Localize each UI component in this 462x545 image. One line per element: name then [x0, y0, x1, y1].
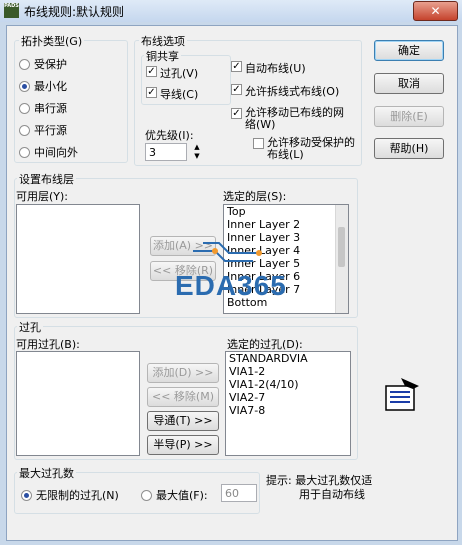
- copper-share-group: 铜共享 ✓ 过孔(V) ✓ 导线(C): [141, 48, 231, 105]
- partial-via-button[interactable]: 半导(P) >>: [147, 435, 219, 455]
- checkbox-label: 允许拆线式布线(O): [245, 85, 340, 98]
- allow-ripup-checkbox[interactable]: ✓ 允许拆线式布线(O): [231, 83, 339, 99]
- unlimited-vias-radio[interactable]: 无限制的过孔(N): [21, 487, 119, 503]
- window-title: 布线规则:默认规则: [24, 5, 125, 19]
- copper-share-trace-checkbox[interactable]: ✓ 导线(C): [146, 86, 198, 102]
- hint-line-2: 用于自动布线: [299, 488, 365, 501]
- radio-icon: [19, 102, 30, 114]
- radio-label: 最小化: [34, 80, 67, 93]
- routing-options-title: 布线选项: [139, 33, 187, 49]
- vias-title: 过孔: [17, 319, 43, 335]
- checkmark-icon: ✓: [146, 87, 157, 98]
- radio-icon: [19, 58, 30, 70]
- radio-label: 受保护: [34, 58, 67, 71]
- copper-share-via-checkbox[interactable]: ✓ 过孔(V): [146, 65, 198, 81]
- topology-midout-radio[interactable]: 中间向外: [19, 144, 78, 160]
- radio-icon: [19, 124, 30, 136]
- help-cursor-icon: [385, 378, 419, 411]
- radio-label: 平行源: [34, 124, 67, 137]
- priority-label: 优先级(I):: [145, 129, 194, 142]
- layer-list-item[interactable]: Top: [224, 205, 348, 218]
- available-layers-label: 可用层(Y):: [16, 190, 69, 203]
- allow-move-routed-checkbox[interactable]: ✓ 允许移动已布线的网络(W): [231, 107, 351, 131]
- via-list-item[interactable]: VIA7-8: [226, 404, 350, 417]
- checkbox-empty-icon: [253, 138, 264, 149]
- radio-label: 中间向外: [34, 146, 78, 159]
- priority-input[interactable]: [145, 143, 187, 161]
- topology-serial-radio[interactable]: 串行源: [19, 100, 67, 116]
- radio-icon: [19, 80, 30, 92]
- available-layers-list[interactable]: [16, 204, 140, 314]
- radio-icon: [141, 489, 152, 501]
- radio-label: 最大值(F):: [156, 489, 208, 502]
- max-vias-group: 最大过孔数 无限制的过孔(N) 最大值(F):: [14, 465, 260, 514]
- checkbox-label: 允许移动已布线的网络(W): [245, 106, 344, 131]
- topology-parallel-radio[interactable]: 平行源: [19, 122, 67, 138]
- selected-layers-label: 选定的层(S):: [223, 190, 287, 203]
- checkmark-icon: ✓: [146, 66, 157, 77]
- topology-group: 拓扑类型(G) 受保护 最小化 串行源 平行源 中间向外: [14, 33, 128, 163]
- title-bar: PADS 布线规则:默认规则 ✕: [0, 0, 462, 22]
- via-list-item[interactable]: VIA1-2(4/10): [226, 378, 350, 391]
- via-list-item[interactable]: VIA1-2: [226, 365, 350, 378]
- radio-icon: [19, 146, 30, 158]
- routing-layers-title: 设置布线层: [17, 171, 76, 187]
- priority-spinner[interactable]: ▲ ▼: [191, 143, 203, 161]
- add-via-button[interactable]: 添加(D) >>: [147, 363, 219, 383]
- topology-protected-radio[interactable]: 受保护: [19, 56, 67, 72]
- help-button[interactable]: 帮助(H): [374, 138, 444, 159]
- circuit-trace-icon: [193, 242, 262, 262]
- checkmark-icon: ✓: [231, 108, 242, 119]
- spin-up-icon: ▲: [194, 143, 200, 151]
- ok-button[interactable]: 确定: [374, 40, 444, 61]
- selected-vias-label: 选定的过孔(D):: [227, 338, 303, 351]
- spin-down-icon: ▼: [194, 152, 200, 160]
- close-icon: ✕: [430, 4, 441, 18]
- close-button[interactable]: ✕: [413, 1, 458, 21]
- scrollbar-thumb[interactable]: [338, 227, 345, 267]
- remove-via-button[interactable]: << 移除(M): [147, 387, 219, 407]
- via-list-item[interactable]: VIA2-7: [226, 391, 350, 404]
- cancel-button[interactable]: 取消: [374, 73, 444, 94]
- checkmark-icon: ✓: [231, 61, 242, 72]
- allow-move-protected-checkbox[interactable]: 允许移动受保护的布线(L): [253, 137, 357, 161]
- radio-icon: [21, 489, 32, 501]
- pads-app-icon: PADS: [4, 3, 19, 18]
- layers-scrollbar[interactable]: [335, 205, 348, 313]
- available-vias-list[interactable]: [16, 351, 140, 456]
- radio-label: 串行源: [34, 102, 67, 115]
- via-list-item[interactable]: STANDARDVIA: [226, 352, 350, 365]
- dialog-client: 拓扑类型(G) 受保护 最小化 串行源 平行源 中间向外 布线选项 铜共享 ✓ 过…: [6, 25, 458, 541]
- vias-group: 过孔 可用过孔(B): 添加(D) >> << 移除(M) 导通(T) >> 半…: [14, 319, 358, 460]
- checkbox-label: 自动布线(U): [245, 62, 306, 75]
- max-vias-title: 最大过孔数: [17, 465, 76, 481]
- max-vias-input[interactable]: [221, 484, 257, 502]
- checkmark-icon: ✓: [231, 84, 242, 95]
- topology-title: 拓扑类型(G): [19, 33, 85, 49]
- max-value-radio[interactable]: 最大值(F):: [141, 487, 208, 503]
- copper-share-title: 铜共享: [144, 48, 181, 64]
- layer-list-item[interactable]: Inner Layer 2: [224, 218, 348, 231]
- available-vias-label: 可用过孔(B):: [16, 338, 80, 351]
- through-via-button[interactable]: 导通(T) >>: [147, 411, 219, 431]
- checkbox-label: 允许移动受保护的布线(L): [267, 136, 355, 161]
- checkbox-label: 导线(C): [160, 88, 199, 101]
- radio-label: 无限制的过孔(N): [36, 489, 119, 502]
- topology-minimize-radio[interactable]: 最小化: [19, 78, 67, 94]
- routing-options-group: 布线选项 铜共享 ✓过孔(V) ✓导线(C) 优先级(I): ▲▼ ✓自动布线(…: [134, 33, 362, 166]
- delete-button[interactable]: 删除(E): [374, 106, 444, 127]
- selected-vias-list[interactable]: STANDARDVIA VIA1-2 VIA1-2(4/10) VIA2-7 VIA7-…: [225, 351, 351, 456]
- autoroute-checkbox[interactable]: ✓ 自动布线(U): [231, 60, 306, 76]
- checkbox-label: 过孔(V): [160, 67, 199, 80]
